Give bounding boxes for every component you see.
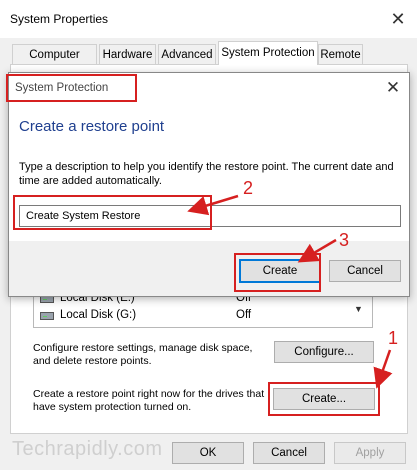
arrow-2: [187, 194, 239, 216]
arrow-3: [297, 238, 337, 263]
annotation-step-3: 3: [339, 230, 350, 250]
annotation-step-2: 2: [243, 178, 254, 198]
arrow-1: [373, 349, 393, 389]
annotation-arrows: [187, 194, 393, 389]
tab-system-protection[interactable]: System Protection: [218, 41, 318, 65]
annotation-step-1: 1: [388, 328, 399, 348]
